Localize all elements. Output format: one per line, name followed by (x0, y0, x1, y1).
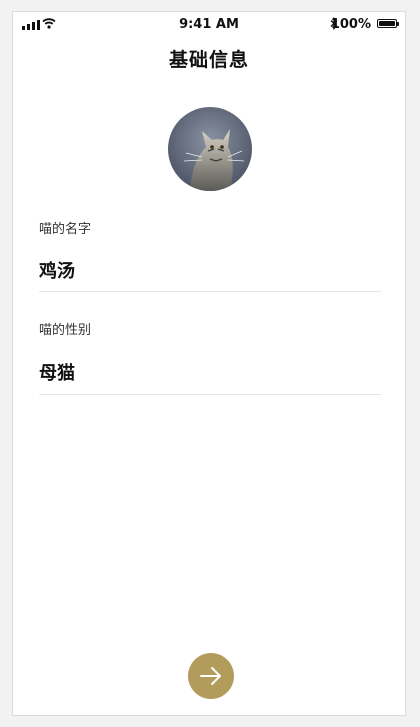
battery-icon (377, 19, 399, 28)
gender-field-label: 喵的性别 (39, 323, 92, 338)
battery-percent: 100% (330, 17, 371, 32)
phone-screen: 9:41 AM 100% 基础信息 喵的名字 鸡汤 喵的性别 母猫 (12, 11, 406, 716)
cat-photo-icon (168, 107, 252, 191)
gender-field[interactable]: 母猫 (39, 359, 75, 385)
name-field-label: 喵的名字 (39, 222, 92, 237)
next-button[interactable] (188, 653, 234, 699)
name-field[interactable]: 鸡汤 (39, 257, 75, 283)
cat-avatar[interactable] (168, 107, 252, 191)
status-bar: 9:41 AM 100% (13, 12, 405, 38)
arrow-right-icon (200, 667, 221, 685)
name-field-divider (39, 291, 381, 292)
page-title: 基础信息 (168, 49, 249, 71)
gender-field-divider (39, 394, 381, 395)
